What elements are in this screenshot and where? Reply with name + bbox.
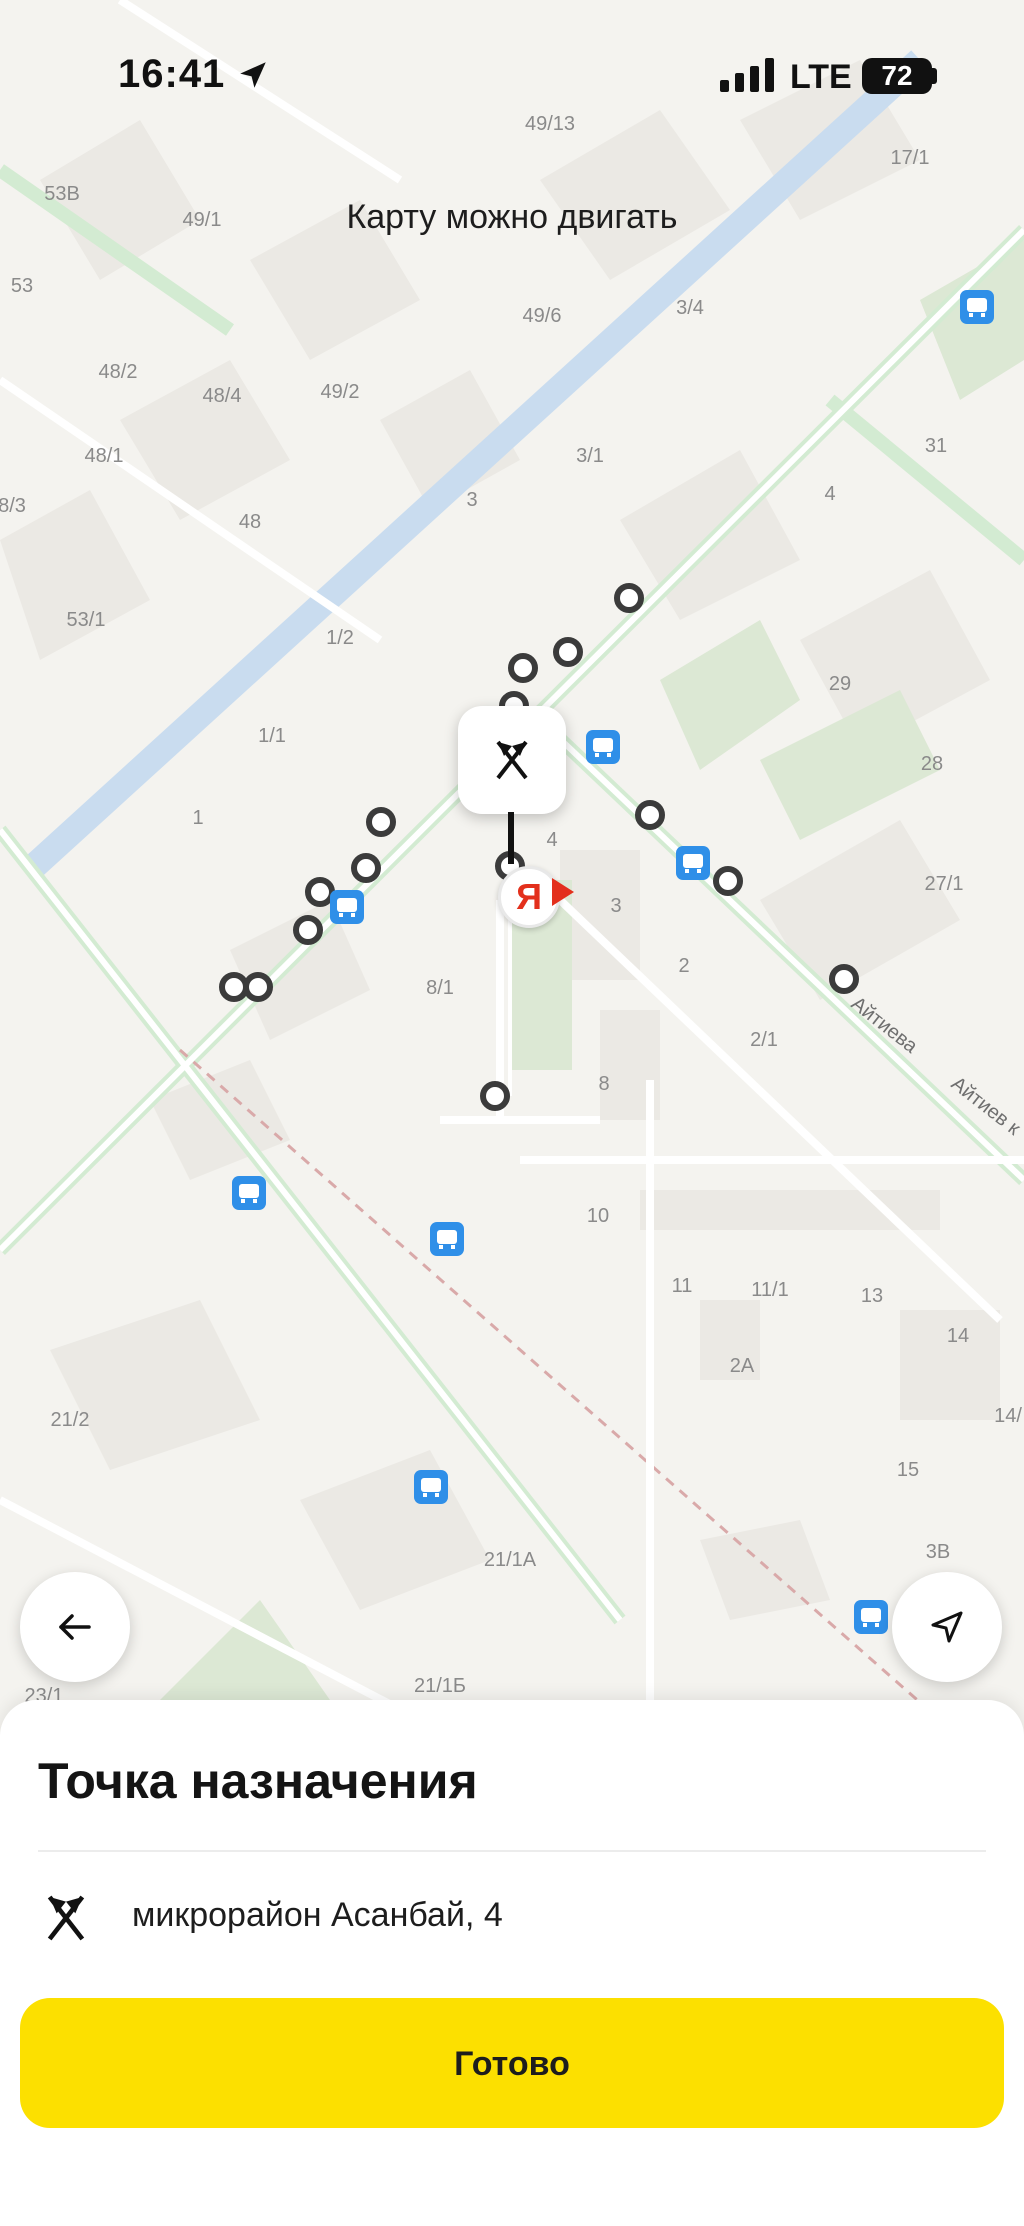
map-label: 11/1 — [751, 1279, 788, 1301]
map-hint: Карту можно двигать — [346, 198, 678, 236]
map-label: 29 — [829, 673, 851, 695]
map-label: 49/6 — [523, 305, 562, 327]
map-label: 15 — [897, 1459, 919, 1481]
pin-stem — [508, 812, 514, 864]
map-label: 53 — [11, 275, 33, 297]
bus-stop-icon — [960, 290, 994, 324]
crossed-flags-icon — [496, 740, 528, 780]
battery-cap — [932, 68, 937, 84]
crossed-flags-icon — [47, 1895, 85, 1941]
map-label: 1/2 — [326, 627, 354, 649]
bus-stop-icon — [232, 1176, 266, 1210]
yandex-logo: Я — [498, 866, 560, 928]
map-label: 13 — [861, 1285, 883, 1307]
sheet-title: Точка назначения — [38, 1753, 478, 1809]
map-label: 17/1 — [891, 147, 930, 169]
map-label: 49/2 — [321, 381, 360, 403]
pickup-point — [243, 972, 273, 1002]
bus-stop-icon — [330, 890, 364, 924]
pickup-point — [553, 637, 583, 667]
map-label: 3/4 — [676, 297, 704, 319]
pickup-point — [219, 972, 249, 1002]
map-label: 11 — [672, 1275, 693, 1297]
map-label: 2А — [730, 1355, 755, 1377]
pickup-point — [293, 915, 323, 945]
yandex-flag-icon — [552, 878, 574, 906]
pickup-point — [614, 583, 644, 613]
done-button[interactable]: Готово — [20, 1998, 1004, 2128]
map-label: 14 — [947, 1325, 969, 1347]
map-label: 1 — [192, 807, 203, 829]
map-label: 10 — [587, 1205, 609, 1227]
map-label: 27/1 — [925, 873, 964, 895]
map-label: 8 — [598, 1073, 609, 1095]
map-label: 31 — [925, 435, 947, 457]
pickup-point — [508, 653, 538, 683]
bus-stop-icon — [854, 1600, 888, 1634]
map-label: 4 — [824, 483, 835, 505]
map-label: 3 — [610, 895, 621, 917]
bus-stop-icon — [676, 846, 710, 880]
battery-indicator: 72 — [862, 58, 932, 94]
pickup-point — [713, 866, 743, 896]
pickup-point — [366, 807, 396, 837]
my-location-button[interactable] — [892, 1572, 1002, 1682]
bus-stop-icon — [586, 730, 620, 764]
pickup-point — [635, 800, 665, 830]
map-label: 3В — [926, 1541, 950, 1563]
map-label: 21/1А — [484, 1549, 537, 1571]
bottom-sheet: Точка назначения микрорайон Асанбай, 4 Г… — [0, 1700, 1024, 2226]
pickup-point — [351, 853, 381, 883]
map-label: 48/1 — [85, 445, 124, 467]
map-label: 3 — [466, 489, 477, 511]
map-label: 21/2 — [51, 1409, 90, 1431]
map-label: 53/1 — [67, 609, 106, 631]
map-label: 2 — [678, 955, 689, 977]
map-label: 8/1 — [426, 977, 454, 999]
network-type: LTE — [790, 58, 852, 96]
bus-stop-icon — [430, 1222, 464, 1256]
map-label: 4 — [546, 829, 557, 851]
map-label: 14/ — [994, 1405, 1022, 1427]
signal-bars-icon — [720, 58, 774, 92]
status-bar: 16:41 LTE 72 — [0, 0, 1024, 150]
map-label: 28 — [921, 753, 943, 775]
divider — [38, 1850, 986, 1852]
bus-stop-icon — [414, 1470, 448, 1504]
map-label: 21/1Б — [414, 1675, 466, 1697]
map-label: 48 — [239, 511, 261, 533]
destination-address[interactable]: микрорайон Асанбай, 4 — [132, 1896, 503, 1935]
pickup-point — [480, 1081, 510, 1111]
back-button[interactable] — [20, 1572, 130, 1682]
map-label: 48/4 — [203, 385, 242, 407]
clock: 16:41 — [118, 52, 226, 96]
navigation-arrow-icon — [931, 1611, 963, 1643]
pickup-point — [829, 964, 859, 994]
map-label: 8/3 — [0, 495, 26, 517]
destination-pin[interactable] — [458, 706, 566, 814]
map-label: 48/2 — [99, 361, 138, 383]
map-label: 1/1 — [258, 725, 286, 747]
map-label: 3/1 — [576, 445, 604, 467]
map-label: 2/1 — [750, 1029, 778, 1051]
location-arrow-icon — [240, 62, 266, 88]
arrow-left-icon — [59, 1614, 91, 1640]
pickup-point — [305, 877, 335, 907]
